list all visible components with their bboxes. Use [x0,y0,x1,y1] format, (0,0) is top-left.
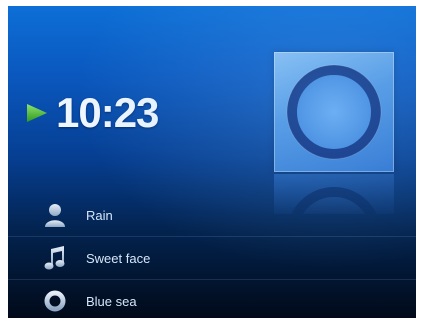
track-item-rain[interactable]: Rain [8,194,416,237]
track-label: Sweet face [86,250,151,266]
track-item-blue-sea[interactable]: Blue sea [8,280,416,318]
track-label: Blue sea [86,293,137,309]
ring-logo-icon [286,64,382,160]
current-time: 10:23 [56,89,159,136]
person-icon [42,202,68,228]
ring-icon [42,288,68,314]
player-screen: 10:23 Rain Sweet face Blue sea [8,6,416,318]
album-cover[interactable] [274,52,394,172]
music-note-icon [42,245,68,271]
track-label: Rain [86,207,113,223]
track-list: Rain Sweet face Blue sea [8,194,416,318]
play-icon[interactable] [26,103,48,123]
track-item-sweet-face[interactable]: Sweet face [8,237,416,280]
now-playing: 10:23 [26,88,159,138]
